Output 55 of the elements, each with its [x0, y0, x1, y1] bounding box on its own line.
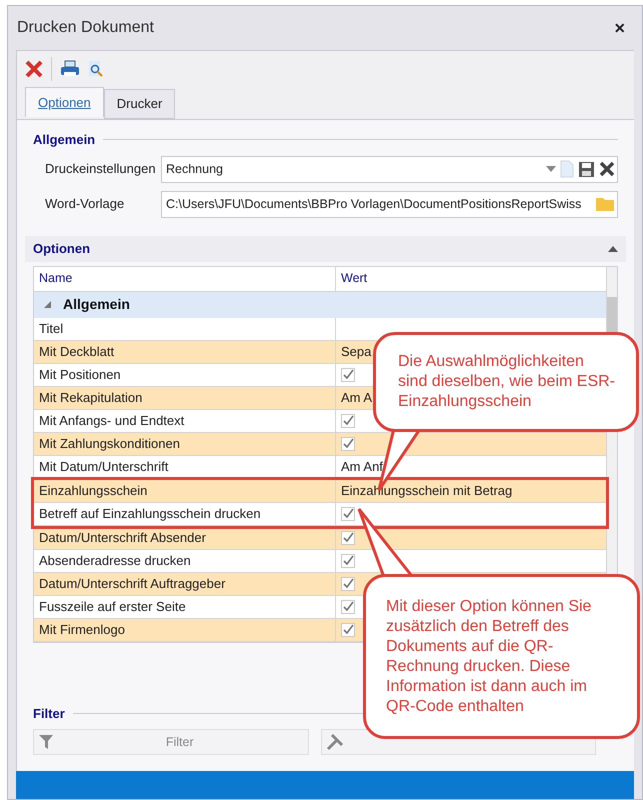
checkbox[interactable]	[341, 622, 355, 636]
column-header[interactable]: Wert	[336, 266, 606, 290]
checkbox[interactable]	[341, 576, 355, 590]
checkbox[interactable]	[341, 436, 355, 450]
tools-icon	[326, 733, 344, 751]
checkbox[interactable]	[341, 414, 355, 428]
close-icon[interactable]	[599, 161, 615, 177]
column-header[interactable]: Name	[34, 266, 336, 290]
property-name: Datum/Unterschrift Absender	[34, 526, 336, 548]
expand-triangle-icon[interactable]	[44, 301, 51, 308]
callout-text: Die Auswahlmöglichkeiten sind dieselben, wie beim ESR-Einzahlungsschein	[398, 352, 616, 412]
print-preview-icon[interactable]	[88, 60, 104, 78]
property-value: Am A	[341, 388, 372, 407]
printer-icon[interactable]	[60, 60, 80, 78]
settings-dropdown[interactable]: Rechnung	[161, 156, 618, 182]
property-value: Am Anf	[341, 458, 383, 476]
checkbox[interactable]	[341, 506, 355, 520]
collapse-caret-icon[interactable]	[608, 246, 618, 252]
checkbox[interactable]	[341, 554, 355, 568]
property-value: Sepa	[341, 342, 372, 361]
property-name: Titel	[34, 318, 336, 340]
save-icon[interactable]	[578, 160, 595, 178]
close-button[interactable]: ×	[606, 14, 633, 42]
template-path-field[interactable]: C:\Users\JFU\Documents\BBPro Vorlagen\DocumentPositionsReportSwiss	[161, 190, 618, 218]
tab[interactable]: Optionen	[25, 87, 104, 117]
property-name: Mit Zahlungskonditionen	[34, 432, 336, 454]
group-header[interactable]: Allgemein	[34, 292, 606, 318]
property-name: Mit Rekapitulation	[34, 386, 336, 408]
field-value: Rechnung	[166, 160, 224, 178]
property-name: Mit Deckblatt	[34, 340, 336, 362]
field-label: Druckeinstellungen	[45, 160, 157, 178]
delete-icon[interactable]	[25, 60, 43, 78]
property-name: Mit Positionen	[34, 364, 336, 386]
property-name: Fusszeile auf erster Seite	[34, 596, 336, 618]
checkbox[interactable]	[341, 368, 355, 382]
section-title: Optionen	[33, 240, 90, 258]
section-title: Filter	[33, 704, 65, 722]
checkbox[interactable]	[341, 600, 355, 614]
property-name: Betreff auf Einzahlungsschein drucken	[34, 502, 336, 524]
checkbox[interactable]	[341, 530, 355, 544]
property-name: Einzahlungsschein	[34, 480, 336, 502]
property-name: Datum/Unterschrift Auftraggeber	[34, 572, 336, 594]
property-name: Mit Anfangs- und Endtext	[34, 410, 336, 432]
section-title: Allgemein	[33, 131, 96, 149]
property-name: Absenderadresse drucken	[34, 550, 336, 572]
callout-text: Mit dieser Option können Sie zusätzlich den Betreff des Dokuments auf die QR-Rechnung drucken. Diese Information ist dann auch im QR-Code enthalten	[386, 596, 592, 716]
property-name: Mit Firmenlogo	[34, 618, 336, 640]
property-value: Einzahlungsschein mit Betrag	[341, 482, 512, 500]
dropdown-caret-icon[interactable]	[546, 166, 556, 172]
tab[interactable]: Drucker	[104, 89, 176, 119]
field-value: C:\Users\JFU\Documents\BBPro Vorlagen\DocumentPositionsReportSwiss	[166, 196, 582, 213]
window-title: Drucken Dokument	[17, 18, 154, 38]
field-label: Word-Vorlage	[45, 195, 126, 214]
funnel-icon	[38, 733, 56, 751]
property-name: Mit Datum/Unterschrift	[34, 456, 336, 478]
